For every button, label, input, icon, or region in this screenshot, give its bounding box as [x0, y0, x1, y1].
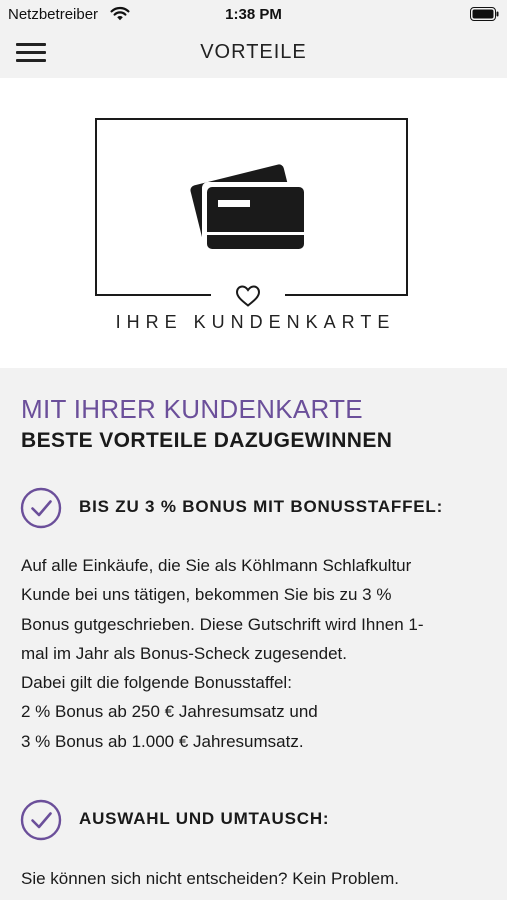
page-title: VORTEILE	[200, 41, 307, 63]
text-line: 2 % Bonus ab 250 € Jahresumsatz und	[21, 702, 318, 722]
status-bar: Netzbetreiber 1:38 PM	[0, 0, 507, 28]
check-circle-icon	[20, 487, 62, 529]
text-line: 3 % Bonus ab 1.000 € Jahresumsatz.	[21, 731, 304, 751]
subheadline: BESTE VORTEILE DAZUGEWINNEN	[21, 429, 393, 452]
text-line: Sie können sich nicht entscheiden? Kein …	[21, 869, 400, 888]
heart-icon	[235, 285, 261, 307]
headline: MIT IHRER KUNDENKARTE	[21, 394, 363, 424]
text-line: mal im Jahr als Bonus-Scheck zugesendet.	[21, 643, 347, 663]
text-line: Bonus gutgeschrieben. Diese Gutschrift w…	[21, 614, 424, 634]
check-circle-icon	[20, 799, 62, 841]
navigation-bar: VORTEILE	[0, 28, 507, 78]
benefit-title: BIS ZU 3 % BONUS MIT BONUSSTAFFEL:	[79, 497, 444, 516]
benefit-heading: BIS ZU 3 % BONUS MIT BONUSSTAFFEL:	[20, 487, 500, 529]
customer-card-banner: IHRE KUNDENKARTE	[0, 78, 507, 368]
battery-icon	[470, 7, 499, 21]
status-time: 1:38 PM	[225, 6, 282, 23]
text-line: Kunde bei uns tätigen, bekommen Sie bis …	[21, 585, 392, 605]
benefit-heading: AUSWAHL UND UMTAUSCH:	[20, 799, 500, 841]
credit-card-icon	[190, 164, 306, 254]
benefit-title: AUSWAHL UND UMTAUSCH:	[79, 809, 330, 828]
benefit-description: Sie können sich nicht entscheiden? Kein …	[21, 864, 491, 893]
benefit-description: Auf alle Einkäufe, die Sie als Köhlmann …	[21, 551, 491, 756]
text-line: Auf alle Einkäufe, die Sie als Köhlmann …	[21, 556, 412, 575]
text-line: Dabei gilt die folgende Bonusstaffel:	[21, 673, 292, 693]
benefits-content: MIT IHRER KUNDENKARTE BESTE VORTEILE DAZ…	[0, 368, 507, 900]
banner-caption: IHRE KUNDENKARTE	[115, 312, 396, 332]
